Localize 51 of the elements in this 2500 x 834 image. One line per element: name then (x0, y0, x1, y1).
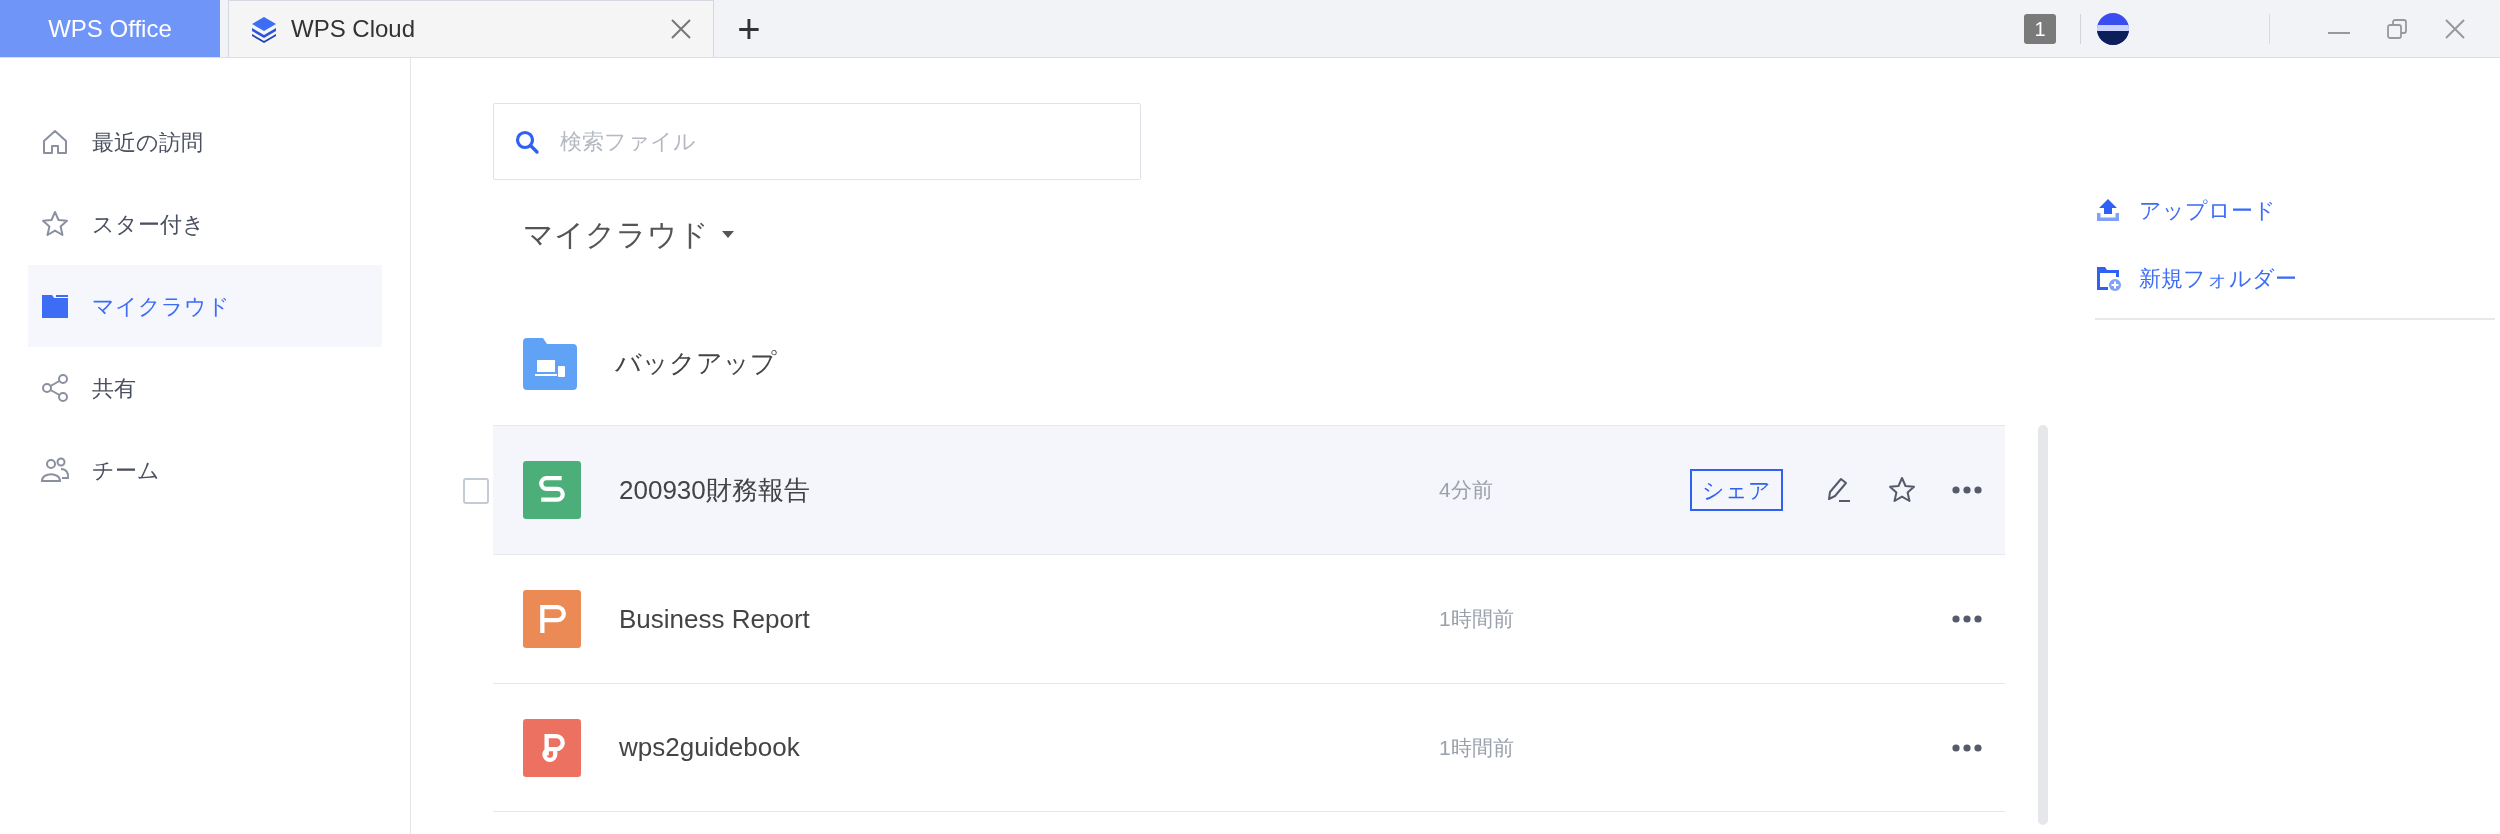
upload-button[interactable]: アップロード (2095, 176, 2495, 244)
new-tab-button[interactable]: + (714, 0, 784, 57)
spreadsheet-icon (523, 461, 581, 519)
scrollbar[interactable] (2038, 425, 2048, 825)
tab-label: WPS Cloud (291, 14, 417, 44)
star-button[interactable] (1887, 475, 1917, 505)
search-field[interactable]: 検索ファイル (493, 103, 1141, 180)
modified-time: 4分前 (1439, 477, 1494, 504)
more-button[interactable] (1951, 485, 1983, 495)
cloud-tab[interactable]: WPS Cloud (228, 0, 714, 57)
upload-icon (2095, 197, 2121, 223)
folder-row[interactable]: バックアップ (493, 301, 2005, 425)
sidebar-item[interactable]: スター付き (28, 183, 382, 265)
close-icon (669, 17, 693, 41)
caret-icon (721, 229, 735, 240)
close-icon (2444, 17, 2466, 40)
new-folder-icon (2095, 265, 2121, 291)
avatar-icon (2097, 12, 2129, 45)
file-name: Business Report (619, 602, 811, 636)
people-icon (40, 455, 70, 485)
more-button[interactable] (1951, 614, 1983, 624)
share-icon (40, 373, 70, 403)
restore-icon (2386, 17, 2408, 40)
checkbox[interactable] (463, 478, 489, 504)
sidebar-item[interactable]: 共有 (28, 347, 382, 429)
modified-time: 1時間前 (1439, 606, 1515, 633)
modified-time: 1時間前 (1439, 734, 1515, 761)
search-icon (514, 128, 540, 155)
file-row[interactable]: wps2guidebook 1時間前 (493, 683, 2005, 812)
sidebar-item[interactable]: チーム (28, 429, 382, 511)
minimize-icon (2328, 31, 2350, 34)
presentation-icon (523, 590, 581, 648)
pdf-icon (523, 718, 581, 777)
more-icon (1951, 614, 1983, 624)
file-name: 200930財務報告 (619, 473, 811, 507)
home-icon (40, 127, 70, 157)
search-input[interactable]: 検索ファイル (560, 125, 1120, 158)
new-folder-button[interactable]: 新規フォルダー (2095, 244, 2495, 312)
location-dropdown[interactable]: マイクラウド (523, 212, 735, 257)
folder-icon (523, 336, 577, 390)
file-name: wps2guidebook (619, 731, 801, 764)
layers-icon (249, 14, 279, 44)
share-button[interactable]: シェア (1690, 469, 1783, 511)
star-icon (1887, 475, 1917, 505)
star-icon (40, 209, 70, 239)
more-button[interactable] (1951, 742, 1983, 753)
notification-badge[interactable]: 1 (2024, 13, 2056, 44)
more-icon (1951, 742, 1983, 753)
sidebar-item[interactable]: マイクラウド (28, 265, 382, 347)
more-icon (1951, 485, 1983, 495)
sidebar-item[interactable]: 最近の訪問 (28, 101, 382, 183)
